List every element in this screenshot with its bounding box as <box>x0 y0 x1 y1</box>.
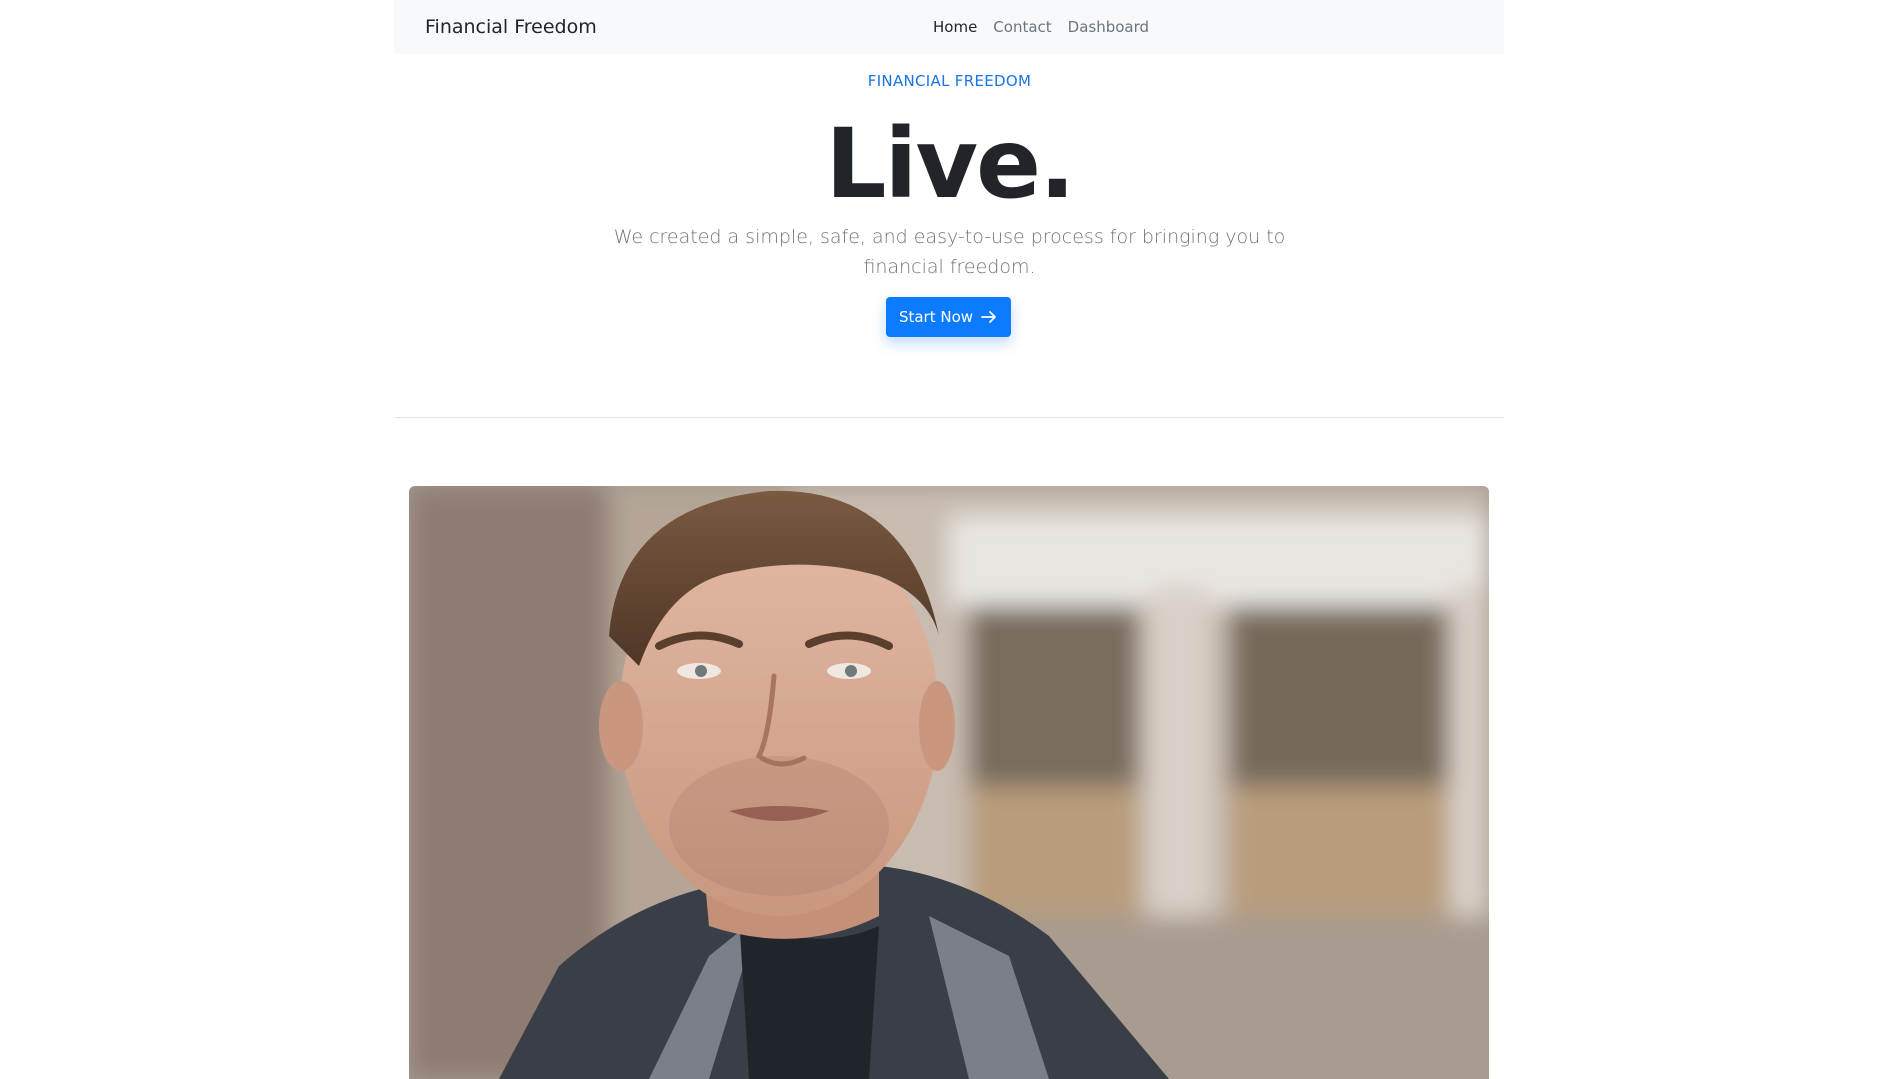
top-navbar: Financial Freedom Home Contact Dashboard <box>394 0 1504 54</box>
hero-video[interactable] <box>409 486 1489 1079</box>
nav-link-contact[interactable]: Contact <box>993 18 1051 36</box>
arrow-right-icon <box>980 308 998 326</box>
nav-link-dashboard[interactable]: Dashboard <box>1068 18 1149 36</box>
hero-eyebrow: FINANCIAL FREEDOM <box>867 72 1032 90</box>
page: Financial Freedom Home Contact Dashboard… <box>0 0 1899 1079</box>
hero-subtitle: We created a simple, safe, and easy-to-u… <box>613 226 1286 278</box>
start-now-label: Start Now <box>898 308 974 326</box>
video-frame-illustration <box>409 486 1489 1079</box>
hero-title: Live. <box>825 108 1075 220</box>
nav-links: Home Contact Dashboard <box>933 0 1149 54</box>
brand-link[interactable]: Financial Freedom <box>425 16 597 38</box>
section-divider <box>394 417 1504 418</box>
nav-link-home[interactable]: Home <box>933 18 977 36</box>
start-now-button[interactable]: Start Now <box>886 297 1011 337</box>
